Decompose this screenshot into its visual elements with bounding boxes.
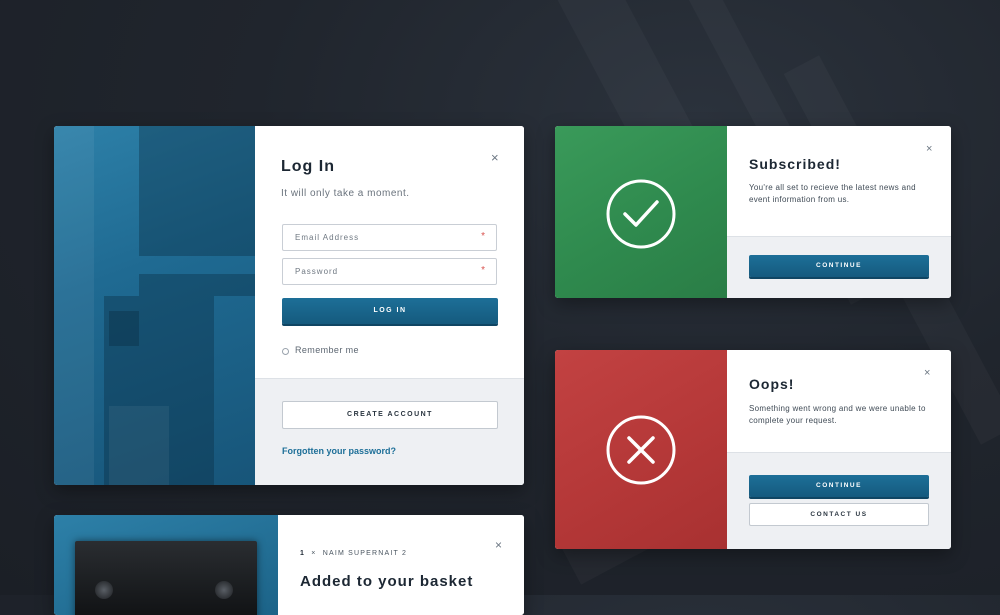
password-placeholder: Password [295,267,339,276]
close-icon[interactable]: × [924,368,930,379]
remember-me-label[interactable]: Remember me [295,345,359,355]
required-marker: * [481,231,485,242]
amplifier-image [75,541,257,615]
continue-button[interactable]: CONTINUE [749,255,929,277]
basket-quantity-line: 1 × NAIM SUPERNAIT 2 [300,550,407,557]
subscribed-modal: × Subscribed! You're all set to recieve … [555,126,951,298]
quantity: 1 [300,550,306,557]
continue-button[interactable]: CONTINUE [749,475,929,497]
login-title: Log In [281,158,335,175]
oops-message: Something went wrong and we were unable … [749,404,926,425]
close-icon[interactable]: × [491,151,499,164]
multiplier: × [311,550,317,557]
remember-me-radio[interactable] [282,348,289,355]
email-field[interactable]: Email Address * [282,224,497,251]
checkmark-circle-icon [606,179,676,249]
contact-us-button[interactable]: CONTACT US [749,503,929,526]
product-image [54,515,278,615]
email-placeholder: Email Address [295,233,360,242]
required-marker: * [481,265,485,276]
oops-title: Oops! [749,376,795,392]
close-icon[interactable]: × [495,539,502,551]
error-panel [555,350,727,549]
basket-title: Added to your basket [300,573,474,590]
product-name: NAIM SUPERNAIT 2 [322,550,408,557]
login-subtitle: It will only take a moment. [281,188,410,199]
forgot-password-link[interactable]: Forgotten your password? [282,446,396,456]
error-modal: × Oops! Something went wrong and we were… [555,350,951,549]
close-icon[interactable]: × [926,144,932,155]
subscribed-title: Subscribed! [749,156,841,172]
password-field[interactable]: Password * [282,258,497,285]
subscribed-message: You're all set to recieve the latest new… [749,183,916,204]
login-button[interactable]: LOG IN [282,298,498,324]
login-modal: × Log In It will only take a moment. Ema… [54,126,524,485]
login-hero-image [54,126,255,485]
create-account-button[interactable]: CREATE ACCOUNT [282,401,498,429]
success-panel [555,126,727,298]
login-form: × Log In It will only take a moment. Ema… [255,126,524,485]
basket-modal: × 1 × NAIM SUPERNAIT 2 Added to your bas… [54,515,524,615]
x-circle-icon [606,415,676,485]
